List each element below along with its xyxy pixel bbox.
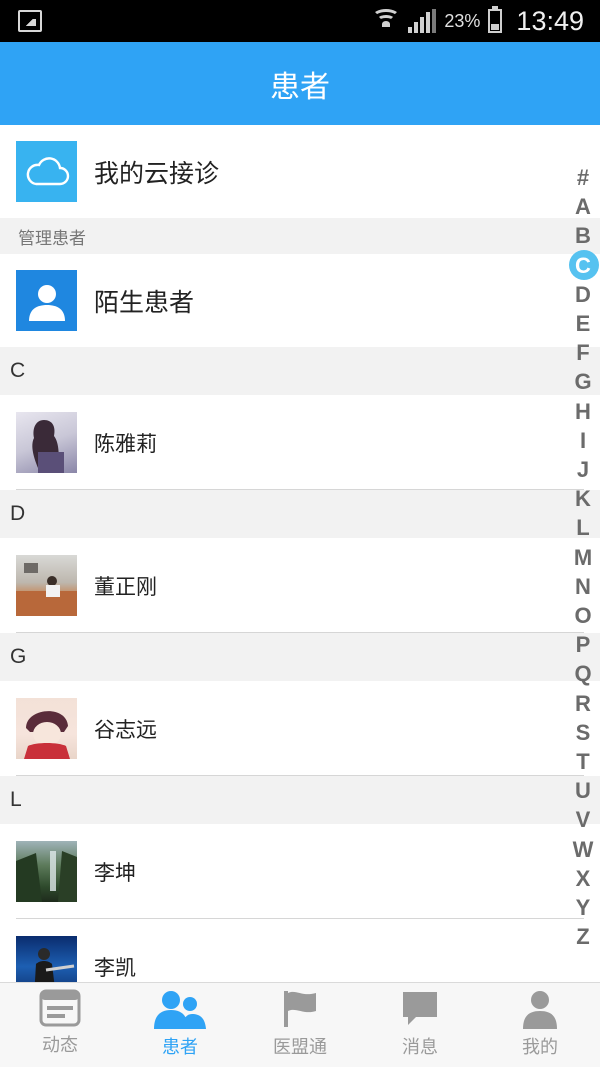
group-header-c: C: [0, 347, 600, 395]
page-title: 患者: [270, 69, 330, 105]
contact-name: 李凯: [94, 955, 136, 980]
index-letter[interactable]: M: [566, 545, 600, 571]
wifi-icon: [372, 7, 401, 35]
tab-patients[interactable]: 患者: [120, 983, 240, 1067]
index-letter[interactable]: D: [566, 282, 600, 308]
contact-name: 董正刚: [94, 574, 157, 599]
gallery-notification-icon: [18, 10, 42, 32]
tab-messages[interactable]: 消息: [360, 983, 480, 1067]
header-bar: 患者: [0, 42, 600, 125]
message-icon: [403, 992, 437, 1025]
index-letter[interactable]: V: [566, 807, 600, 833]
index-letter[interactable]: H: [566, 399, 600, 425]
index-letter[interactable]: C: [566, 253, 600, 279]
avatar: [16, 698, 77, 759]
index-letter[interactable]: E: [566, 311, 600, 337]
profile-icon: [523, 991, 557, 1029]
contact-name: 李坤: [94, 860, 136, 885]
stranger-patients-label: 陌生患者: [94, 287, 195, 317]
alphabet-index-bar[interactable]: # A B C D E F G H I J K L M N O P Q R S T U V W X Y Z: [566, 162, 600, 950]
contact-name: 陈雅莉: [94, 431, 157, 456]
stranger-patients-item[interactable]: 陌生患者: [0, 254, 600, 347]
manage-patients-header: 管理患者: [0, 218, 600, 254]
cloud-consult-label: 我的云接诊: [94, 158, 220, 188]
tab-label: 我的: [522, 1037, 558, 1058]
tab-profile[interactable]: 我的: [480, 983, 600, 1067]
contact-row[interactable]: 李凯: [0, 919, 600, 982]
index-letter[interactable]: R: [566, 691, 600, 717]
tab-feed[interactable]: 动态: [0, 983, 120, 1067]
cloud-icon: [16, 141, 77, 202]
tab-label: 患者: [162, 1037, 198, 1058]
contact-row[interactable]: 谷志远: [0, 681, 600, 776]
index-letter[interactable]: Z: [566, 924, 600, 950]
avatar: [16, 841, 77, 902]
index-letter[interactable]: F: [566, 340, 600, 366]
index-letter[interactable]: W: [566, 837, 600, 863]
index-letter[interactable]: N: [566, 574, 600, 600]
index-letter[interactable]: I: [566, 428, 600, 454]
index-letter[interactable]: A: [566, 194, 600, 220]
index-letter[interactable]: T: [566, 749, 600, 775]
cloud-consult-item[interactable]: 我的云接诊: [0, 125, 600, 218]
patient-list[interactable]: 我的云接诊 管理患者 陌生患者 C 陈雅莉 D 董正刚 G 谷志远 L 李坤 李…: [0, 125, 600, 982]
tab-label: 医盟通: [273, 1037, 327, 1058]
clock: 13:49: [516, 5, 584, 36]
index-letter[interactable]: X: [566, 866, 600, 892]
patients-icon: [154, 991, 206, 1029]
avatar: [16, 936, 77, 982]
tab-label: 消息: [402, 1037, 438, 1058]
index-letter[interactable]: O: [566, 603, 600, 629]
contact-row[interactable]: 陈雅莉: [0, 395, 600, 490]
index-letter[interactable]: J: [566, 457, 600, 483]
contact-name: 谷志远: [94, 717, 157, 742]
stranger-person-icon: [16, 270, 77, 331]
index-letter[interactable]: #: [566, 165, 600, 191]
group-header-d: D: [0, 490, 600, 538]
index-letter[interactable]: K: [566, 486, 600, 512]
index-letter[interactable]: G: [566, 369, 600, 395]
index-letter[interactable]: U: [566, 778, 600, 804]
avatar: [16, 555, 77, 616]
group-header-l: L: [0, 776, 600, 824]
index-letter[interactable]: S: [566, 720, 600, 746]
battery-percent: 23%: [444, 10, 481, 31]
feed-icon: [39, 989, 81, 1027]
avatar: [16, 412, 77, 473]
index-letter[interactable]: P: [566, 632, 600, 658]
contact-row[interactable]: 李坤: [0, 824, 600, 919]
index-letter[interactable]: Q: [566, 661, 600, 687]
contact-row[interactable]: 董正刚: [0, 538, 600, 633]
index-letter[interactable]: Y: [566, 895, 600, 921]
tab-medical-alliance[interactable]: 医盟通: [240, 983, 360, 1067]
status-bar: 23% 13:49: [0, 0, 600, 42]
signal-icon: [408, 9, 437, 33]
flag-icon: [284, 991, 316, 1027]
index-letter[interactable]: B: [566, 223, 600, 249]
tab-label: 动态: [42, 1035, 78, 1056]
index-letter[interactable]: L: [566, 515, 600, 541]
group-header-g: G: [0, 633, 600, 681]
battery-icon: [488, 6, 503, 33]
bottom-tab-bar: 动态 患者 医盟通 消息 我的: [0, 982, 600, 1067]
